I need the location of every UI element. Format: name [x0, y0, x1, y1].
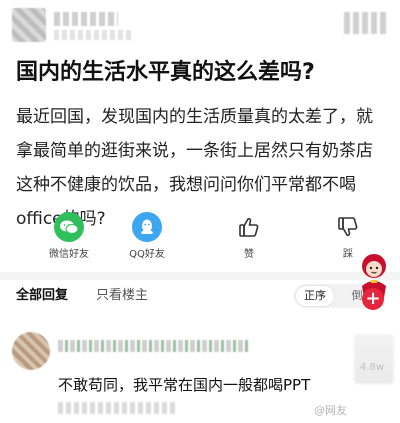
- thumbs-down-icon: [333, 212, 363, 242]
- comment-like-count: 4.8w: [360, 362, 385, 373]
- thumbs-up-icon: [234, 212, 264, 242]
- commenter-avatar[interactable]: [12, 332, 50, 370]
- watermark: @网友: [314, 404, 347, 417]
- tab-op-only[interactable]: 只看楼主: [96, 284, 148, 303]
- author-meta-blurred: [54, 30, 134, 40]
- section-divider: [0, 272, 400, 280]
- wechat-icon: [54, 212, 84, 242]
- reply-tabs: 全部回复 只看楼主 正序 倒: [0, 280, 400, 314]
- tab-all-replies[interactable]: 全部回复: [16, 284, 68, 303]
- share-wechat-button[interactable]: 微信好友: [34, 212, 104, 260]
- post-title: 国内的生活水平真的这么差吗?: [16, 60, 315, 85]
- like-button[interactable]: 赞: [214, 212, 284, 260]
- follow-button-blurred[interactable]: [344, 12, 388, 34]
- sort-ascending-option[interactable]: 正序: [296, 286, 334, 306]
- qq-icon: [132, 212, 162, 242]
- author-name-blurred: [54, 12, 118, 26]
- share-wechat-label: 微信好友: [49, 249, 89, 260]
- comment-meta-blurred: [58, 402, 178, 414]
- comment-like-button[interactable]: [354, 334, 394, 384]
- share-qq-label: QQ好友: [129, 249, 165, 260]
- comment-text: 不敢苟同，我平常在国内一般都喝PPT: [58, 376, 311, 394]
- add-reply-button[interactable]: +: [362, 288, 384, 310]
- author-avatar[interactable]: [12, 8, 46, 42]
- share-qq-button[interactable]: QQ好友: [112, 212, 182, 260]
- share-actions: 微信好友 QQ好友 赞 踩: [0, 212, 400, 268]
- like-label: 赞: [244, 249, 254, 260]
- commenter-name-blurred: [58, 340, 248, 352]
- post-header: [0, 0, 400, 52]
